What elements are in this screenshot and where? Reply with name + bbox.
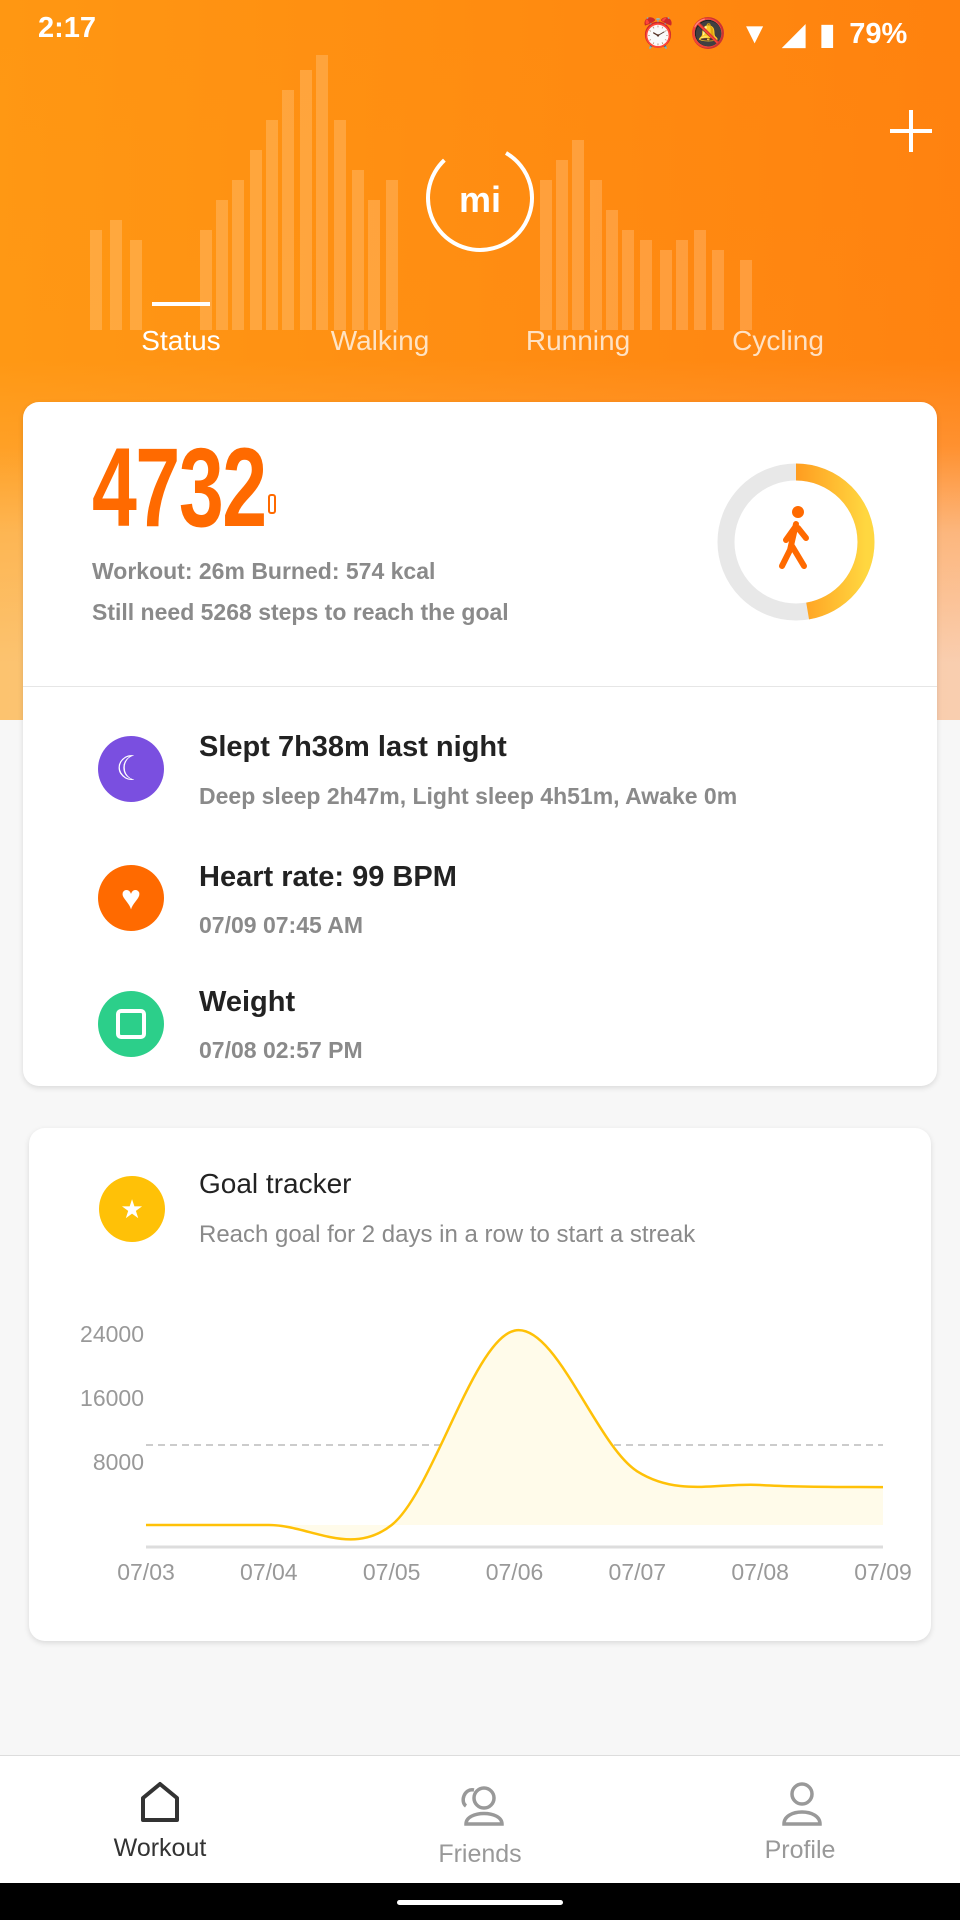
- signal-icon: ◢: [782, 18, 806, 51]
- x-tick-label: 07/08: [731, 1559, 789, 1585]
- home-gesture-handle[interactable]: [397, 1900, 563, 1905]
- mi-logo: mi: [426, 144, 534, 252]
- svg-text:mi: mi: [459, 179, 501, 220]
- badge-icon: ★: [99, 1176, 165, 1242]
- heart-rate-title[interactable]: Heart rate: 99 BPM: [199, 861, 457, 894]
- status-icons: ⏰ 🔕 ▼ ◢ ▮ 79%: [640, 12, 907, 56]
- active-tab-indicator: [152, 302, 210, 306]
- weight-time: 07/08 02:57 PM: [199, 1037, 363, 1063]
- step-progress-ring[interactable]: [716, 462, 876, 622]
- steps-chart: 24000 16000 8000 07/03 07/04 07/05 07/06 07/07 0…: [80, 1321, 912, 1585]
- y-tick-label: 8000: [93, 1449, 144, 1475]
- add-button[interactable]: [890, 110, 932, 152]
- tab-running[interactable]: Running: [478, 325, 678, 357]
- sleep-title[interactable]: Slept 7h38m last night: [199, 731, 507, 764]
- goal-tracker-title: Goal tracker: [199, 1168, 352, 1199]
- tab-walking[interactable]: Walking: [280, 325, 480, 357]
- nav-friends[interactable]: Friends: [380, 1840, 580, 1869]
- x-tick-label: 07/05: [363, 1559, 421, 1585]
- walking-icon: [779, 506, 809, 569]
- step-count[interactable]: 4732: [92, 432, 267, 544]
- tab-cycling[interactable]: Cycling: [678, 325, 878, 357]
- weight-title[interactable]: Weight: [199, 986, 295, 1019]
- x-tick-label: 07/09: [854, 1559, 912, 1585]
- goal-tracker-subtitle: Reach goal for 2 days in a row to start …: [199, 1221, 696, 1248]
- heart-rate-time: 07/09 07:45 AM: [199, 912, 364, 938]
- profile-icon[interactable]: [780, 1780, 824, 1828]
- battery-percent: 79%: [849, 17, 908, 50]
- friends-icon[interactable]: [456, 1780, 504, 1828]
- alarm-icon: ⏰: [640, 18, 677, 50]
- battery-icon: ▮: [819, 18, 836, 51]
- home-icon[interactable]: [138, 1780, 182, 1824]
- divider: [23, 686, 937, 687]
- x-tick-label: 07/03: [117, 1559, 175, 1585]
- status-time: 2:17: [38, 12, 97, 44]
- nav-profile[interactable]: Profile: [700, 1836, 900, 1865]
- tab-status[interactable]: Status: [81, 325, 281, 357]
- sleep-detail: Deep sleep 2h47m, Light sleep 4h51m, Awa…: [199, 783, 738, 809]
- wifi-icon: ▼: [740, 17, 769, 50]
- area-fill: [146, 1330, 883, 1540]
- x-tick-label: 07/04: [240, 1559, 298, 1585]
- workout-summary: Workout: 26m Burned: 574 kcal: [92, 558, 436, 584]
- y-tick-label: 24000: [80, 1321, 144, 1347]
- scale-icon: [98, 991, 164, 1057]
- y-tick-label: 16000: [80, 1385, 144, 1411]
- x-tick-label: 07/06: [486, 1559, 544, 1585]
- notifications-off-icon: 🔕: [690, 18, 727, 50]
- band-icon: [268, 494, 276, 514]
- heart-icon: ♥: [98, 865, 164, 931]
- nav-workout[interactable]: Workout: [60, 1834, 260, 1863]
- moon-icon: ☾: [98, 736, 164, 802]
- x-tick-label: 07/07: [609, 1559, 667, 1585]
- goal-remaining: Still need 5268 steps to reach the goal: [92, 599, 509, 625]
